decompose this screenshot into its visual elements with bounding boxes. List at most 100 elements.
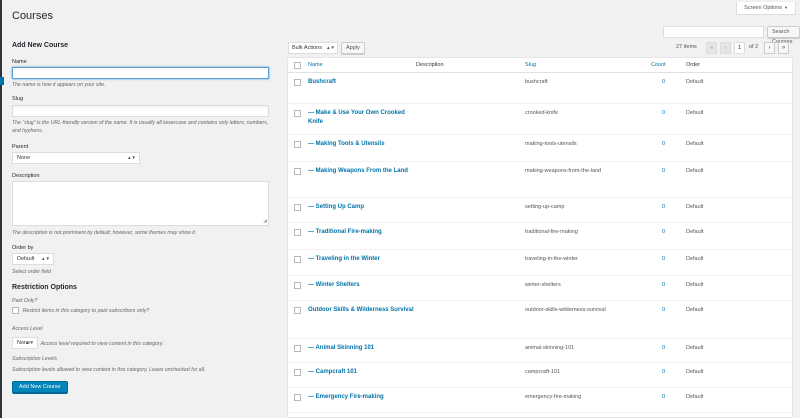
column-count[interactable]: Count — [651, 62, 666, 68]
total-pages: of 2 — [749, 44, 759, 50]
bulk-actions-select[interactable]: Bulk Actions ▲▼ — [288, 42, 338, 54]
orderby-description: Select order field — [12, 269, 51, 275]
apply-button[interactable]: Apply — [341, 42, 365, 54]
name-description: The name is how it appears on your site. — [12, 82, 106, 88]
course-count-link[interactable]: 0 — [662, 229, 665, 235]
column-slug[interactable]: Slug — [525, 62, 536, 68]
resize-grip-icon[interactable]: ◢ — [263, 218, 267, 224]
orderby-select-value: Default — [17, 256, 35, 262]
course-name-link[interactable]: — Campcraft 101 — [308, 368, 418, 377]
course-count-link[interactable]: 0 — [662, 345, 665, 351]
orderby-label: Order by — [12, 245, 34, 251]
course-name-link[interactable]: — Winter Shelters — [308, 281, 418, 290]
row-checkbox[interactable] — [294, 204, 301, 211]
access-level-select[interactable]: None ▲▼ — [12, 337, 38, 349]
access-level-row: None ▲▼ Access level required to view con… — [12, 337, 163, 349]
row-checkbox[interactable] — [294, 229, 301, 236]
form-heading: Add New Course — [12, 42, 69, 49]
search-input[interactable] — [663, 26, 764, 38]
row-checkbox[interactable] — [294, 168, 301, 175]
paid-only-checkbox-label[interactable]: Restrict items in this category to paid … — [23, 308, 150, 314]
course-order: Default — [686, 79, 704, 85]
table-row: — Campcraft 101 campcraft-101 0 Default — [288, 363, 792, 388]
paid-only-checkbox[interactable] — [12, 307, 19, 314]
paid-only-row: Restrict items in this category to paid … — [12, 307, 149, 315]
description-textarea[interactable]: ◢ — [12, 181, 269, 226]
table-row: — Traditional Fire-making traditional-fir… — [288, 223, 792, 250]
subscription-levels-label: Subscription Levels — [12, 356, 57, 362]
course-slug: outdoor-skills-wilderness-survival — [525, 307, 606, 313]
course-slug: animal-skinning-101 — [525, 345, 575, 351]
course-slug: making-weapons-from-the-land — [525, 168, 602, 174]
table-row: — Emergency Fire-making emergency-fire-ma… — [288, 388, 792, 413]
select-arrows-icon: ▲▼ — [127, 155, 136, 160]
course-count-link[interactable]: 0 — [662, 168, 665, 174]
row-checkbox[interactable] — [294, 369, 301, 376]
course-count-link[interactable]: 0 — [662, 307, 665, 313]
caret-down-icon: ▼ — [784, 5, 788, 10]
table-header: Name Description Slug Count Order — [288, 58, 792, 73]
select-all-checkbox[interactable] — [294, 62, 301, 69]
row-checkbox[interactable] — [294, 282, 301, 289]
course-name-link[interactable]: — Making Tools & Utensils — [308, 140, 418, 149]
course-name-link[interactable]: — Setting Up Camp — [308, 203, 418, 212]
course-name-link[interactable]: Bushcraft — [308, 78, 418, 87]
row-checkbox[interactable] — [294, 307, 301, 314]
course-name-link[interactable]: — Making Weapons From the Land — [308, 167, 418, 176]
add-new-course-button[interactable]: Add New Course — [12, 381, 68, 393]
course-name-link[interactable]: — Traditional Fire-making — [308, 228, 418, 237]
first-page-button[interactable]: « — [706, 42, 717, 54]
course-name-link[interactable]: — Make & Use Your Own Crooked Knife — [308, 109, 418, 128]
course-order: Default — [686, 168, 704, 174]
course-count-link[interactable]: 0 — [662, 79, 665, 85]
column-order: Order — [686, 62, 701, 68]
select-arrows-icon: ▲▼ — [41, 256, 50, 261]
row-checkbox[interactable] — [294, 79, 301, 86]
column-name[interactable]: Name — [308, 62, 323, 68]
restriction-heading: Restriction Options — [12, 284, 77, 291]
row-checkbox[interactable] — [294, 394, 301, 401]
row-checkbox[interactable] — [294, 141, 301, 148]
row-checkbox[interactable] — [294, 345, 301, 352]
search-courses-button[interactable]: Search Courses — [767, 26, 800, 45]
table-row: — Animal Skinning 101 animal-skinning-101… — [288, 339, 792, 363]
next-page-button[interactable]: › — [764, 42, 775, 54]
prev-page-button[interactable]: ‹ — [720, 42, 731, 54]
course-count-link[interactable]: 0 — [662, 110, 665, 116]
parent-label: Parent — [12, 144, 29, 150]
screen-options-button[interactable]: Screen Options ▼ — [736, 2, 796, 15]
course-name-link[interactable]: — Emergency Fire-making — [308, 393, 418, 402]
course-name-link[interactable]: — Traveling in the Winter — [308, 255, 418, 264]
column-description: Description — [416, 62, 444, 68]
admin-menu-indicator — [0, 77, 4, 85]
screen-options-label: Screen Options — [744, 5, 783, 11]
course-count-link[interactable]: 0 — [662, 141, 665, 147]
admin-sidebar-edge — [0, 0, 2, 418]
course-count-link[interactable]: 0 — [662, 394, 665, 400]
paid-only-label: Paid Only? — [12, 298, 38, 304]
course-slug: campcraft-101 — [525, 369, 561, 375]
course-name-link[interactable]: Outdoor Skills & Wilderness Survival — [308, 306, 418, 315]
course-count-link[interactable]: 0 — [662, 204, 665, 210]
course-name-link[interactable]: — Animal Skinning 101 — [308, 344, 418, 353]
course-slug: traveling-in-the-winter — [525, 256, 578, 262]
current-page-input[interactable]: 1 — [734, 42, 745, 54]
course-count-link[interactable]: 0 — [662, 256, 665, 262]
name-input[interactable] — [12, 67, 269, 79]
parent-select[interactable]: None ▲▼ — [12, 152, 140, 164]
course-slug: making-tools-utensils — [525, 141, 577, 147]
last-page-button[interactable]: » — [778, 42, 789, 54]
course-order: Default — [686, 282, 704, 288]
bulk-actions-value: Bulk Actions — [292, 45, 322, 51]
table-row: Bushcraft bushcraft 0 Default — [288, 73, 792, 104]
course-count-link[interactable]: 0 — [662, 369, 665, 375]
course-order: Default — [686, 141, 704, 147]
row-checkbox[interactable] — [294, 110, 301, 117]
row-checkbox[interactable] — [294, 256, 301, 263]
parent-select-value: None — [17, 155, 31, 161]
course-slug: winter-shelters — [525, 282, 561, 288]
slug-input[interactable] — [12, 105, 269, 117]
orderby-select[interactable]: Default ▲▼ — [12, 253, 54, 265]
course-count-link[interactable]: 0 — [662, 282, 665, 288]
table-row: — Traveling in the Winter traveling-in-th… — [288, 250, 792, 276]
